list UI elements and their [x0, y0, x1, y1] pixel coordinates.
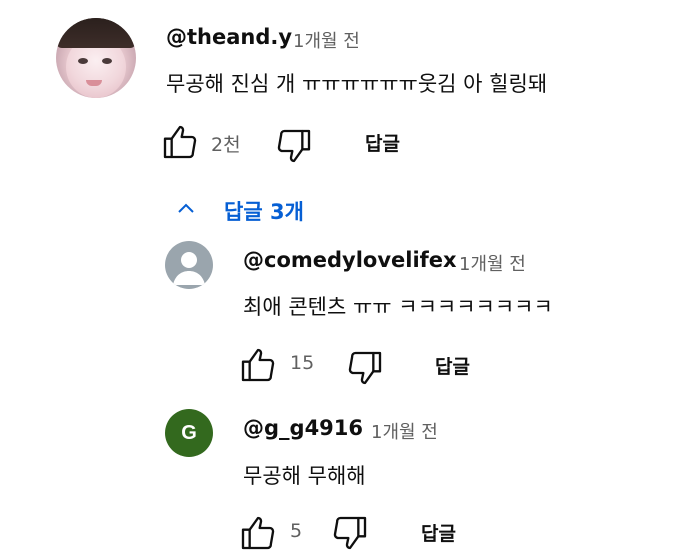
- like-count: 5: [290, 520, 303, 542]
- avatar[interactable]: G: [165, 409, 213, 457]
- comment-text: 최애 콘텐츠 ㅠㅠ ㅋㅋㅋㅋㅋㅋㅋㅋ: [243, 295, 553, 319]
- default-avatar-icon: [173, 252, 205, 285]
- like-count: 15: [290, 352, 315, 374]
- reply-button[interactable]: 답글: [365, 129, 400, 156]
- comment-author[interactable]: @theand.y: [166, 25, 292, 49]
- comment-time[interactable]: 1개월 전: [459, 250, 526, 276]
- thumb-down-icon[interactable]: [345, 348, 385, 388]
- comment-author[interactable]: @g_g4916: [243, 416, 363, 440]
- comment-time[interactable]: 1개월 전: [293, 27, 360, 53]
- thumb-up-icon[interactable]: [238, 513, 278, 553]
- like-count: 2천: [211, 134, 241, 156]
- comment-time[interactable]: 1개월 전: [371, 418, 438, 444]
- replies-toggle-button[interactable]: 답글 3개: [224, 196, 304, 226]
- avatar[interactable]: [56, 18, 136, 98]
- thumb-up-icon[interactable]: [160, 122, 200, 162]
- comment-text: 무공해 무해해: [243, 464, 366, 488]
- reply-button[interactable]: 답글: [421, 519, 456, 546]
- reply-button[interactable]: 답글: [435, 352, 470, 379]
- chevron-up-icon[interactable]: [172, 197, 200, 221]
- comment-author[interactable]: @comedylovelifex: [243, 248, 457, 272]
- thumb-up-icon[interactable]: [238, 345, 278, 385]
- avatar[interactable]: [165, 241, 213, 289]
- thumb-down-icon[interactable]: [330, 513, 370, 553]
- thumb-down-icon[interactable]: [274, 126, 314, 166]
- comment-text: 무공해 진심 개 ㅠㅠㅠㅠㅠㅠ웃김 아 힐링돼: [166, 72, 548, 96]
